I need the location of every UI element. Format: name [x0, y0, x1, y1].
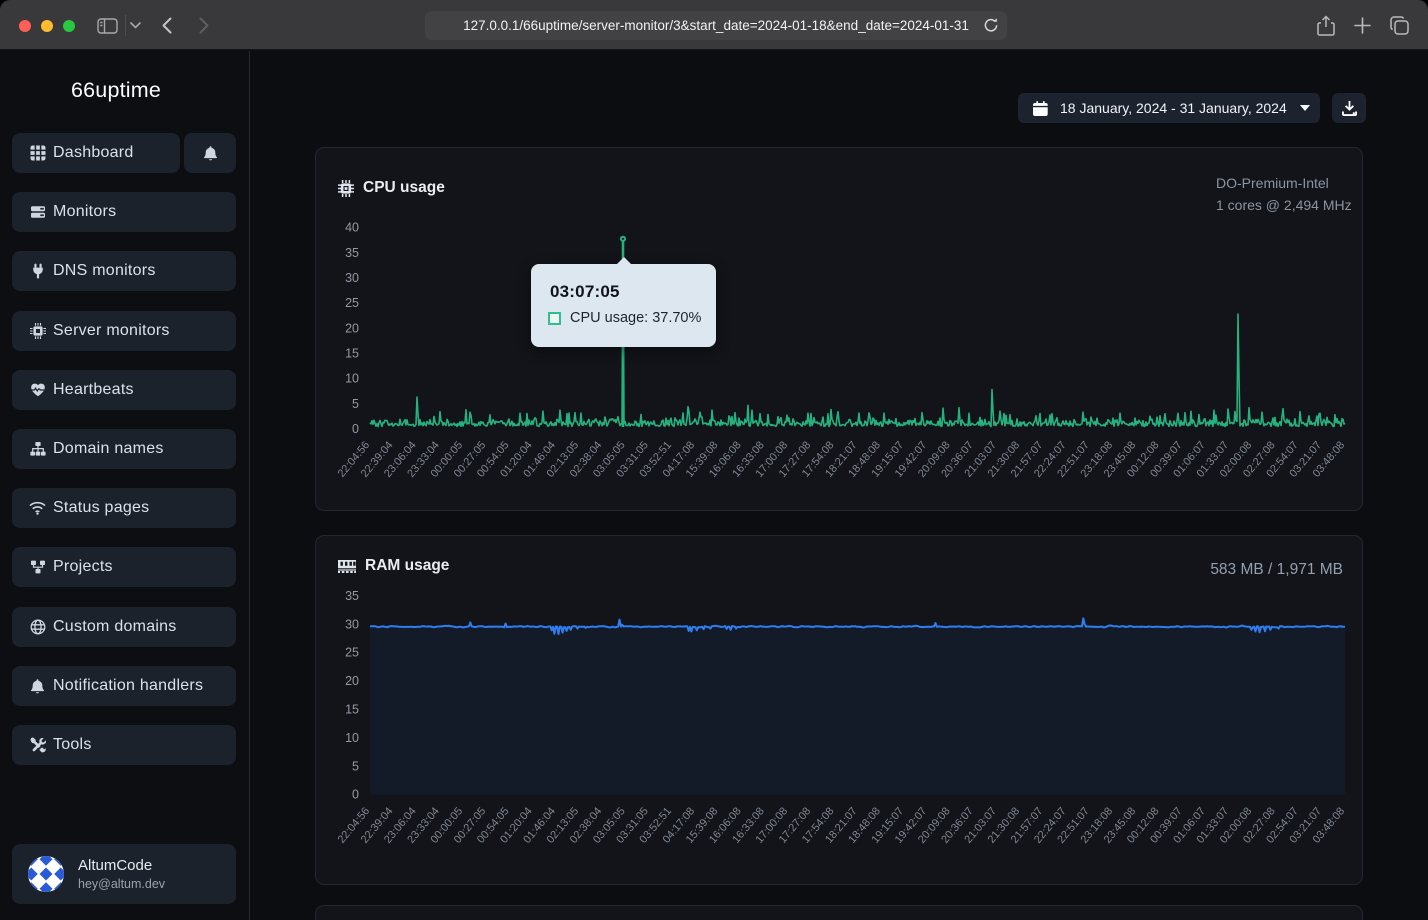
svg-text:0: 0 [352, 422, 359, 436]
svg-text:5: 5 [352, 397, 359, 411]
svg-text:10: 10 [345, 731, 359, 745]
svg-text:40: 40 [345, 221, 359, 235]
svg-text:20: 20 [345, 674, 359, 688]
svg-text:35: 35 [345, 246, 359, 260]
svg-text:0: 0 [352, 788, 359, 802]
svg-text:25: 25 [345, 296, 359, 310]
svg-text:15: 15 [345, 347, 359, 361]
svg-text:5: 5 [352, 759, 359, 773]
svg-text:30: 30 [345, 617, 359, 631]
svg-text:20: 20 [345, 321, 359, 335]
svg-text:30: 30 [345, 271, 359, 285]
svg-text:10: 10 [345, 372, 359, 386]
svg-text:35: 35 [345, 589, 359, 603]
svg-text:25: 25 [345, 646, 359, 660]
svg-text:15: 15 [345, 703, 359, 717]
